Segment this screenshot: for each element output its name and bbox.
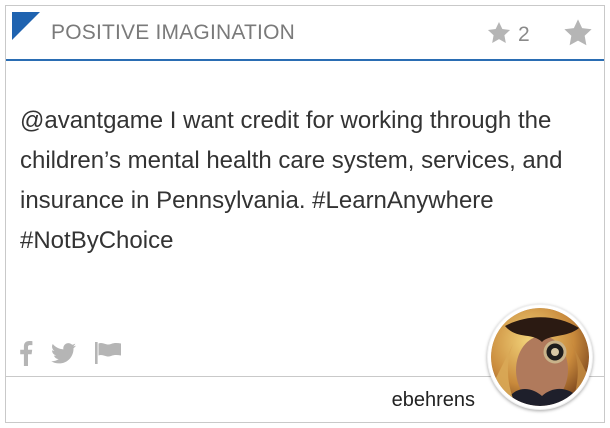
avatar[interactable] [487,304,593,410]
author-name-link[interactable]: ebehrens [392,389,475,412]
share-row [19,339,140,367]
facebook-icon[interactable] [19,340,33,366]
twitter-icon[interactable] [51,342,76,364]
star-button[interactable] [562,17,594,54]
card-header: POSITIVE IMAGINATION 2 [6,6,604,61]
star-icon [486,20,512,51]
star-icon [562,19,594,53]
flag-icon[interactable] [94,341,122,365]
card-type-label: POSITIVE IMAGINATION [51,21,295,44]
card-type-corner-icon [12,12,40,40]
card-body-text: @avantgame I want credit for working thr… [20,107,563,254]
avatar-image [488,305,592,409]
star-count-value: 2 [518,23,530,46]
star-count: 2 [486,20,530,50]
